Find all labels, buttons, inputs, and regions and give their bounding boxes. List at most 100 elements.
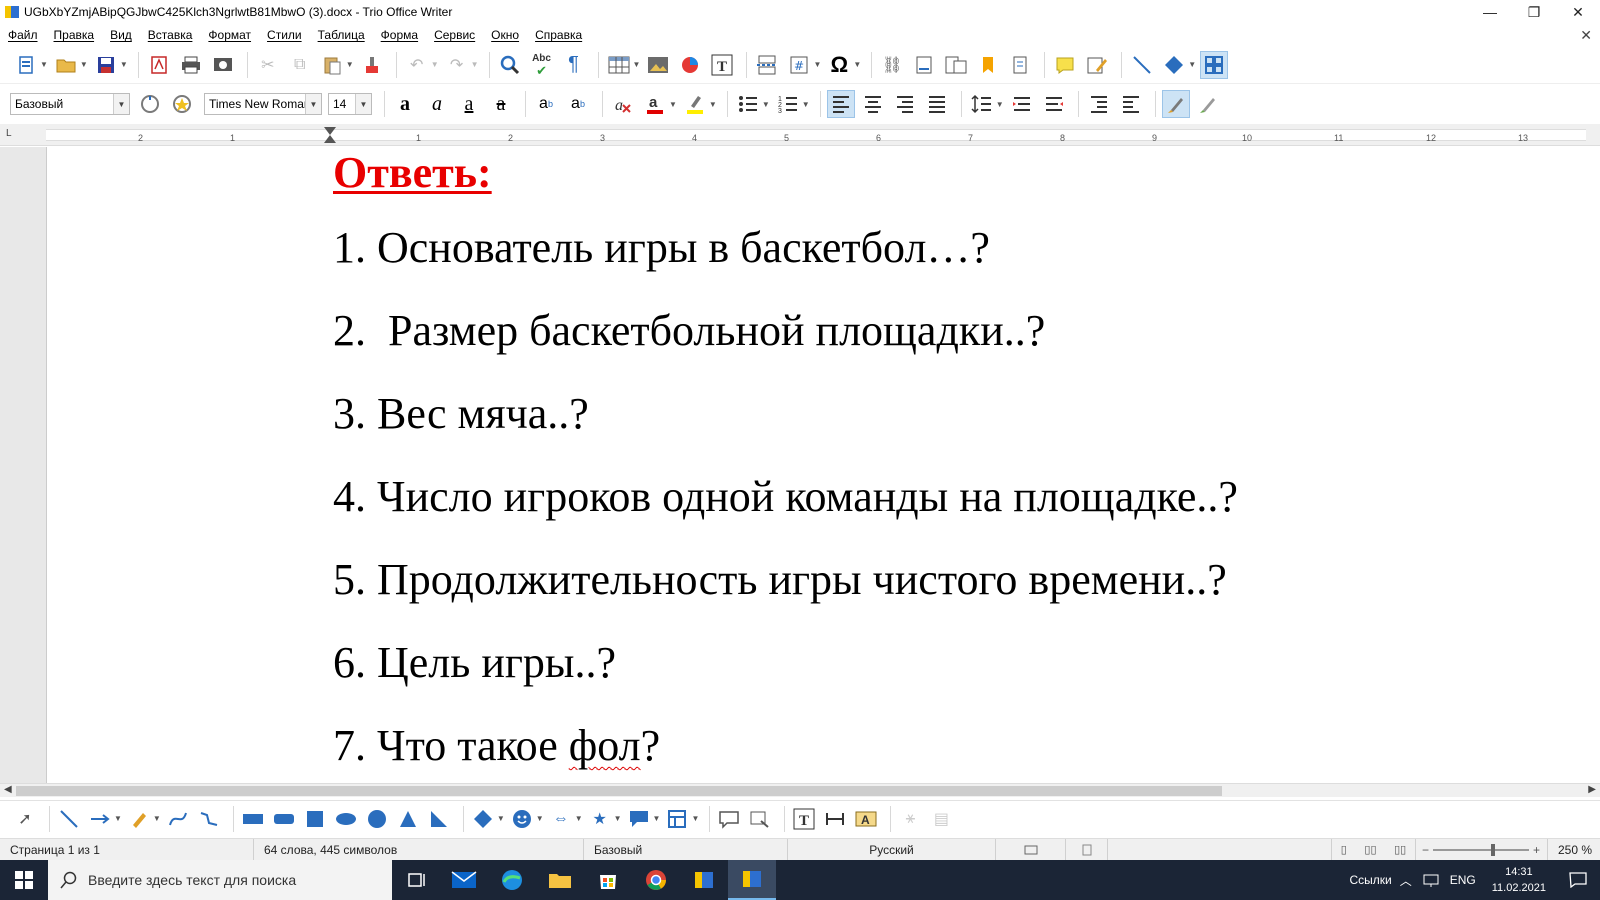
misspelled-word[interactable]: фол xyxy=(569,721,641,770)
paste-dropdown-icon[interactable]: ▼ xyxy=(346,60,354,69)
menu-window[interactable]: Окно xyxy=(491,28,519,42)
comment-icon[interactable] xyxy=(1051,51,1079,79)
insert-field-icon[interactable]: # xyxy=(785,51,813,79)
trio-office-icon[interactable] xyxy=(680,860,728,900)
minimize-button[interactable]: — xyxy=(1468,0,1512,24)
mail-app-icon[interactable] xyxy=(440,860,488,900)
restore-button[interactable]: ❐ xyxy=(1512,0,1556,24)
bullet-dropdown-icon[interactable]: ▼ xyxy=(762,100,770,109)
increase-indent-icon[interactable] xyxy=(1085,90,1113,118)
scroll-right-icon[interactable]: ▶ xyxy=(1588,784,1596,795)
tab-type-marker[interactable]: L xyxy=(6,128,12,139)
strikethrough-icon[interactable]: a xyxy=(487,90,515,118)
document-page[interactable]: Ответь: 1. Основатель игры в баскетбол…?… xyxy=(46,147,1600,783)
increase-paragraph-spacing-icon[interactable] xyxy=(1008,90,1036,118)
numbered-dropdown-icon[interactable]: ▼ xyxy=(802,100,810,109)
clear-formatting-icon[interactable]: a xyxy=(609,90,637,118)
cut-icon[interactable]: ✂ xyxy=(254,51,282,79)
export-pdf-icon[interactable] xyxy=(145,51,173,79)
line-spacing-dropdown-icon[interactable]: ▼ xyxy=(996,100,1004,109)
insert-textbox-icon[interactable]: T xyxy=(708,51,736,79)
shapes-dropdown-icon[interactable]: ▼ xyxy=(1188,60,1196,69)
undo-icon[interactable]: ↶ xyxy=(403,51,431,79)
trio-writer-active-icon[interactable] xyxy=(728,860,776,900)
update-style-icon[interactable] xyxy=(136,90,164,118)
chrome-browser-icon[interactable] xyxy=(632,860,680,900)
underline-icon[interactable]: a xyxy=(455,90,483,118)
track-insert-icon[interactable] xyxy=(1161,90,1190,118)
open-dropdown-icon[interactable]: ▼ xyxy=(80,60,88,69)
insert-callout-icon[interactable] xyxy=(716,806,742,832)
stars-icon[interactable]: ★ xyxy=(587,806,613,832)
line-spacing-icon[interactable] xyxy=(968,90,996,118)
line-icon[interactable] xyxy=(1128,51,1156,79)
links-toolbar[interactable]: Ссылки xyxy=(1349,873,1391,887)
chevron-up-icon[interactable]: ︿ xyxy=(1400,872,1412,889)
footnote-icon[interactable] xyxy=(910,51,938,79)
zoom-thumb[interactable] xyxy=(1491,843,1496,856)
font-name-combo[interactable]: Times New Roman ▼ xyxy=(204,93,322,115)
page-indicator[interactable]: Страница 1 из 1 xyxy=(0,838,254,861)
menu-help[interactable]: Справка xyxy=(535,28,582,42)
menu-styles[interactable]: Стили xyxy=(267,28,302,42)
font-color-icon[interactable]: a xyxy=(641,90,669,118)
field-dropdown-icon[interactable]: ▼ xyxy=(813,60,821,69)
right-triangle-icon[interactable] xyxy=(426,806,452,832)
decrease-indent-icon[interactable] xyxy=(1117,90,1145,118)
left-indent-marker[interactable] xyxy=(324,135,336,143)
zoom-in-icon[interactable]: + xyxy=(1533,843,1540,857)
word-count[interactable]: 64 слова, 445 символов xyxy=(254,838,584,861)
basic-shapes-icon[interactable] xyxy=(470,806,496,832)
hyperlink-icon[interactable]: ⛓ xyxy=(878,51,906,79)
menu-insert[interactable]: Вставка xyxy=(148,28,193,42)
toggle-extrusion-icon[interactable]: ⚹ xyxy=(897,806,923,832)
menu-tools[interactable]: Сервис xyxy=(434,28,475,42)
triangle-icon[interactable] xyxy=(395,806,421,832)
menu-file[interactable]: Файл xyxy=(8,28,38,42)
select-pointer-icon[interactable]: ➚ xyxy=(12,806,38,832)
redo-icon[interactable]: ↷ xyxy=(443,51,471,79)
zoom-percent[interactable]: 250 % xyxy=(1548,839,1598,861)
bold-icon[interactable]: a xyxy=(391,90,419,118)
callouts-dropdown-icon[interactable]: ▼ xyxy=(653,814,661,823)
callouts-icon[interactable] xyxy=(626,806,652,832)
subscript-icon[interactable]: ab xyxy=(564,90,592,118)
close-button[interactable]: ✕ xyxy=(1556,0,1600,24)
menu-form[interactable]: Форма xyxy=(381,28,418,42)
block-arrows-dropdown-icon[interactable]: ▼ xyxy=(575,814,583,823)
store-app-icon[interactable] xyxy=(584,860,632,900)
ellipse-icon[interactable] xyxy=(333,806,359,832)
copy-icon[interactable]: ⧉ xyxy=(286,51,314,79)
align-center-icon[interactable] xyxy=(859,90,887,118)
font-size-combo[interactable]: 14 ▼ xyxy=(328,93,372,115)
zoom-slider[interactable]: − + xyxy=(1416,838,1548,861)
fontwork-icon[interactable]: A xyxy=(853,806,879,832)
flowchart-icon[interactable] xyxy=(664,806,690,832)
table-dropdown-icon[interactable]: ▼ xyxy=(633,60,641,69)
redo-dropdown-icon[interactable]: ▼ xyxy=(471,60,479,69)
start-button[interactable] xyxy=(0,860,48,900)
special-char-dropdown-icon[interactable]: ▼ xyxy=(853,60,861,69)
symbol-shapes-icon[interactable] xyxy=(509,806,535,832)
first-line-indent-marker[interactable] xyxy=(324,127,336,135)
draw-functions-icon[interactable] xyxy=(1200,50,1229,79)
highlight-dropdown-icon[interactable]: ▼ xyxy=(709,100,717,109)
flowchart-dropdown-icon[interactable]: ▼ xyxy=(691,814,699,823)
zoom-out-icon[interactable]: − xyxy=(1422,843,1429,857)
spellcheck-icon[interactable]: Abc ✔ xyxy=(528,51,556,79)
new-dropdown-icon[interactable]: ▼ xyxy=(40,60,48,69)
paste-icon[interactable] xyxy=(318,51,346,79)
menu-format[interactable]: Формат xyxy=(208,28,251,42)
formatting-marks-icon[interactable]: ¶ xyxy=(560,51,588,79)
symbol-dropdown-icon[interactable]: ▼ xyxy=(536,814,544,823)
taskbar-search[interactable]: Введите здесь текст для поиска xyxy=(48,860,392,900)
font-color-dropdown-icon[interactable]: ▼ xyxy=(669,100,677,109)
chevron-down-icon[interactable]: ▼ xyxy=(355,94,371,114)
freeform-dropdown-icon[interactable]: ▼ xyxy=(153,814,161,823)
network-icon[interactable] xyxy=(1422,872,1440,888)
paragraph-style-combo[interactable]: Базовый ▼ xyxy=(10,93,130,115)
points-edit-icon[interactable] xyxy=(747,806,773,832)
edge-browser-icon[interactable] xyxy=(488,860,536,900)
endnote-icon[interactable] xyxy=(942,51,970,79)
horizontal-ruler[interactable]: L 2 1 1 2 3 4 5 6 7 8 9 10 11 12 13 xyxy=(0,124,1600,146)
